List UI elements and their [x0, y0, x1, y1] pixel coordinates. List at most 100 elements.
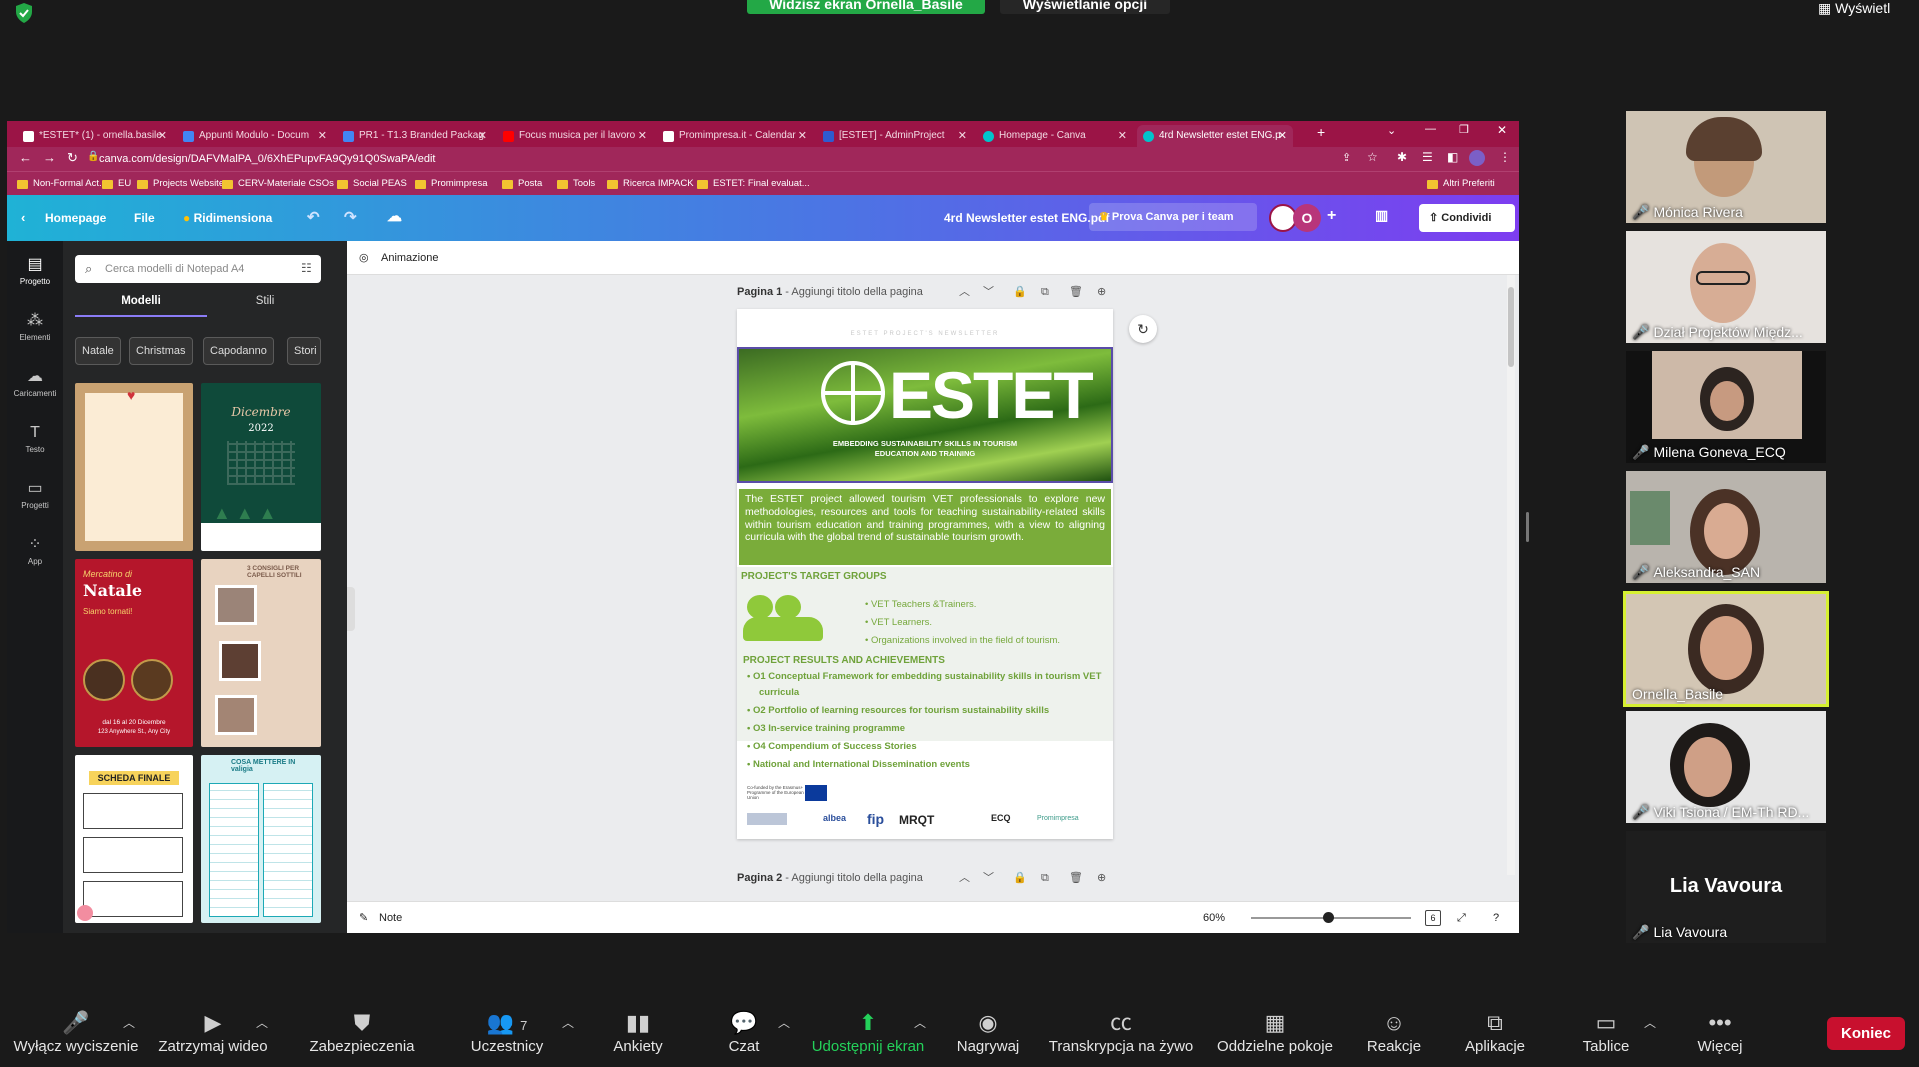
resize-button[interactable]: ● Ridimensiona	[183, 211, 272, 225]
share-page-icon[interactable]: ⇪	[1342, 151, 1351, 164]
record-button[interactable]: ◉ Nagrywaj	[950, 1008, 1026, 1055]
template-thumbnail[interactable]: Mercatino di Natale Siamo tornati! dal 1…	[75, 559, 193, 747]
delete-page-icon[interactable]: 🗑	[1069, 869, 1083, 887]
nav-elements[interactable]: ⁂ Elementi	[7, 303, 63, 353]
browser-tab[interactable]: Promimpresa.it - Calendar ✕	[657, 125, 813, 147]
security-button[interactable]: ⛊ Zabezpieczenia	[306, 1008, 418, 1055]
template-thumbnail[interactable]: Dicembre 2022 ▲ ▲ ▲	[201, 383, 321, 551]
chevron-down-icon[interactable]: ﹀	[983, 283, 994, 301]
lock-page-icon[interactable]: 🔒	[1013, 869, 1027, 887]
browser-tab[interactable]: *ESTET* (1) - ornella.basile ✕	[17, 125, 173, 147]
file-menu[interactable]: File	[134, 211, 155, 225]
chip-natale[interactable]: Natale	[75, 337, 121, 365]
playlist-icon[interactable]: ☰	[1422, 150, 1433, 164]
bookmark-item[interactable]: Social PEAS	[337, 176, 407, 192]
nav-projects[interactable]: ▭ Progetti	[7, 471, 63, 521]
duplicate-page-icon[interactable]: ⧉	[1041, 283, 1049, 301]
bookmark-item[interactable]: Ricerca IMPACK	[607, 176, 694, 192]
vertical-scrollbar[interactable]	[1507, 275, 1515, 875]
newsletter-page[interactable]: ESTET PROJECT'S NEWSLETTER ESTET EMBEDDI…	[737, 309, 1113, 839]
participant-tile[interactable]: Lia Vavoura 🎤 Lia Vavoura	[1626, 831, 1826, 943]
template-thumbnail[interactable]: ♥	[75, 383, 193, 551]
bookmark-item[interactable]: Posta	[502, 176, 542, 192]
browser-tab[interactable]: Homepage - Canva ✕	[977, 125, 1133, 147]
more-button[interactable]: ••• Więcej	[1690, 1008, 1750, 1055]
chip-christmas[interactable]: Christmas	[129, 337, 193, 365]
participant-tile[interactable]: 🎤 Milena Goneva_ECQ	[1626, 351, 1826, 463]
document-title[interactable]: 4rd Newsletter estet ENG.pdf	[944, 211, 1109, 225]
browser-tab-active[interactable]: 4rd Newsletter estet ENG.p ✕	[1137, 125, 1293, 147]
share-screen-button[interactable]: ⬆ Udostępnij ekran	[808, 1008, 928, 1055]
back-icon[interactable]: ←	[19, 150, 32, 165]
bookmark-item[interactable]: Non-Formal Act.	[17, 176, 102, 192]
chat-chevron-icon[interactable]: ︿	[778, 1014, 790, 1031]
undo-icon[interactable]: ↶	[307, 208, 320, 226]
browser-tab[interactable]: Focus musica per il lavoro ✕	[497, 125, 653, 147]
participant-tile[interactable]: 🎤 Mónica Rivera	[1626, 111, 1826, 223]
home-link[interactable]: Homepage	[45, 211, 106, 225]
close-tab-icon[interactable]: ✕	[318, 125, 327, 147]
user-avatar[interactable]: O	[1293, 204, 1321, 232]
insights-icon[interactable]: ▥	[1375, 207, 1388, 224]
end-meeting-button[interactable]: Koniec	[1827, 1017, 1905, 1050]
stop-video-button[interactable]: ▶ Zatrzymaj wideo	[154, 1008, 272, 1055]
live-transcript-button[interactable]: ㏄ Transkrypcja na żywo	[1046, 1008, 1196, 1055]
bookmark-item[interactable]: ESTET: Final evaluat...	[697, 176, 810, 192]
redo-icon[interactable]: ↷	[344, 208, 357, 226]
breakout-rooms-button[interactable]: ▦ Oddzielne pokoje	[1212, 1008, 1338, 1055]
nav-project[interactable]: ▤ Progetto	[7, 247, 63, 297]
add-page-icon[interactable]: ⊕	[1097, 869, 1106, 887]
close-tab-icon[interactable]: ✕	[958, 125, 967, 147]
share-button[interactable]: ⇧ Condividi	[1419, 204, 1515, 232]
bookmark-item[interactable]: CERV-Materiale CSOs	[222, 176, 334, 192]
nav-uploads[interactable]: ☁ Caricamenti	[7, 359, 63, 409]
apps-button[interactable]: ⧉ Aplikacje	[1460, 1008, 1530, 1055]
browser-tab[interactable]: [ESTET] - AdminProject ✕	[817, 125, 973, 147]
forward-icon[interactable]: →	[43, 150, 56, 165]
close-tab-icon[interactable]: ✕	[478, 125, 487, 147]
browser-tab[interactable]: Appunti Modulo - Docum ✕	[177, 125, 333, 147]
page-title-input[interactable]: Aggiungi titolo della pagina	[791, 286, 923, 298]
notes-button[interactable]: Note	[379, 902, 402, 933]
participant-tile[interactable]: 🎤 Dział Projektów Międz...	[1626, 231, 1826, 343]
bookmark-item[interactable]: Projects Website	[137, 176, 224, 192]
template-search-input[interactable]: Cerca modelli di Notepad A4	[75, 255, 321, 283]
tab-models[interactable]: Modelli	[75, 295, 207, 317]
page-title-input[interactable]: Aggiungi titolo della pagina	[791, 872, 923, 884]
maximize-icon[interactable]: ❐	[1459, 123, 1469, 136]
chevron-up-icon[interactable]: ︿	[959, 869, 970, 887]
tab-search-icon[interactable]: ⌄	[1387, 124, 1396, 137]
bookmark-item[interactable]: EU	[102, 176, 131, 192]
bookmark-other[interactable]: Altri Preferiti	[1427, 176, 1495, 192]
chip-stori[interactable]: Stori	[287, 337, 321, 365]
template-thumbnail[interactable]: SCHEDA FINALE	[75, 755, 193, 923]
whiteboard-chevron-icon[interactable]: ︿	[1644, 1014, 1656, 1031]
template-thumbnail[interactable]: COSA METTERE IN valigia	[201, 755, 321, 923]
refresh-suggestions-icon[interactable]: ↻	[1129, 315, 1157, 343]
sidebar-icon[interactable]: ◧	[1447, 150, 1458, 164]
duplicate-page-icon[interactable]: ⧉	[1041, 869, 1049, 887]
close-tab-icon[interactable]: ✕	[638, 125, 647, 147]
participants-button[interactable]: 👥 7 Uczestnicy	[464, 1008, 550, 1055]
zoom-level[interactable]: 60%	[1203, 902, 1225, 933]
nav-text[interactable]: T Testo	[7, 415, 63, 465]
polls-button[interactable]: ▮▮ Ankiety	[604, 1008, 672, 1055]
page-count[interactable]: 6	[1425, 910, 1441, 926]
profile-avatar[interactable]	[1469, 150, 1485, 166]
chat-button[interactable]: 💬 Czat	[718, 1008, 770, 1055]
filter-icon[interactable]: ☷	[301, 261, 312, 275]
delete-page-icon[interactable]: 🗑	[1069, 283, 1083, 301]
view-options-button[interactable]: Wyświetlanie opcji	[1000, 0, 1170, 14]
url-field[interactable]: canva.com/design/DAFVMalPA_0/6XhEPupvFA9…	[99, 151, 699, 167]
back-chevron-icon[interactable]: ‹	[21, 210, 25, 225]
bookmark-item[interactable]: Promimpresa	[415, 176, 488, 192]
chevron-up-icon[interactable]: ︿	[959, 283, 970, 301]
extensions-icon[interactable]: ✱	[1397, 150, 1407, 164]
bookmark-star-icon[interactable]: ☆	[1367, 150, 1378, 164]
unmute-button[interactable]: 🎤 Wyłącz wyciszenie	[12, 1008, 140, 1055]
bookmark-item[interactable]: Tools	[557, 176, 595, 192]
reactions-button[interactable]: ☺ Reakcje	[1362, 1008, 1426, 1055]
fullscreen-icon[interactable]: ⤢	[1457, 902, 1466, 933]
participant-tile[interactable]: 🎤 Viki Tsiona / EM-Th RD...	[1626, 711, 1826, 823]
resize-handle[interactable]	[1526, 512, 1529, 542]
